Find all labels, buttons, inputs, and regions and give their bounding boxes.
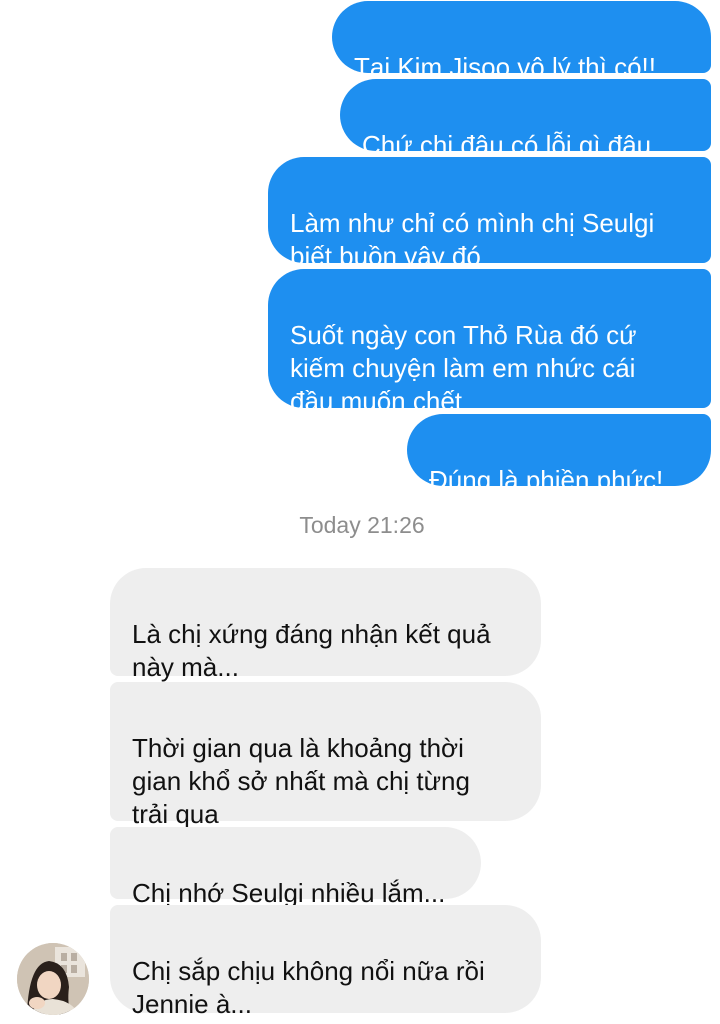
message-text: Tại Kim Jisoo vô lý thì có!! bbox=[354, 52, 656, 82]
message-text: Chị sắp chịu không nổi nữa rồi Jennie à.… bbox=[132, 956, 485, 1019]
sent-message-bubble[interactable]: Chứ chị đâu có lỗi gì đâu bbox=[340, 79, 711, 160]
sent-message-bubble[interactable]: Làm như chỉ có mình chị Seulgi biết buồn… bbox=[268, 157, 711, 302]
message-text: Làm như chỉ có mình chị Seulgi biết buồn… bbox=[290, 208, 655, 271]
message-text: Đúng là phiền phức! bbox=[429, 465, 664, 495]
sent-message-bubble[interactable]: Tại Kim Jisoo vô lý thì có!! bbox=[332, 1, 711, 82]
message-timestamp: Today 21:26 bbox=[299, 512, 425, 538]
received-message-bubble[interactable]: Thời gian qua là khoảng thời gian khổ sở… bbox=[110, 682, 541, 829]
message-text: Thời gian qua là khoảng thời gian khổ sở… bbox=[132, 733, 470, 829]
received-message-bubble[interactable]: Chị nhớ Seulgi nhiều lắm... bbox=[110, 827, 481, 908]
sent-message-bubble[interactable]: Đúng là phiền phức! bbox=[407, 414, 711, 495]
contact-avatar[interactable] bbox=[17, 943, 89, 1015]
sent-message-bubble[interactable]: Suốt ngày con Thỏ Rùa đó cứ kiếm chuyện … bbox=[268, 269, 711, 416]
received-message-bubble[interactable]: Chị sắp chịu không nổi nữa rồi Jennie à.… bbox=[110, 905, 541, 1019]
message-text: Chị nhớ Seulgi nhiều lắm... bbox=[132, 878, 446, 908]
message-text: Chứ chị đâu có lỗi gì đâu bbox=[362, 130, 652, 160]
received-message-bubble[interactable]: Là chị xứng đáng nhận kết quả này mà... bbox=[110, 568, 541, 682]
message-thread: Tại Kim Jisoo vô lý thì có!! Chứ chị đâu… bbox=[0, 0, 720, 1024]
message-text: Là chị xứng đáng nhận kết quả này mà... bbox=[132, 619, 491, 682]
avatar-photo-icon bbox=[17, 943, 89, 1015]
message-text: Suốt ngày con Thỏ Rùa đó cứ kiếm chuyện … bbox=[290, 320, 637, 416]
